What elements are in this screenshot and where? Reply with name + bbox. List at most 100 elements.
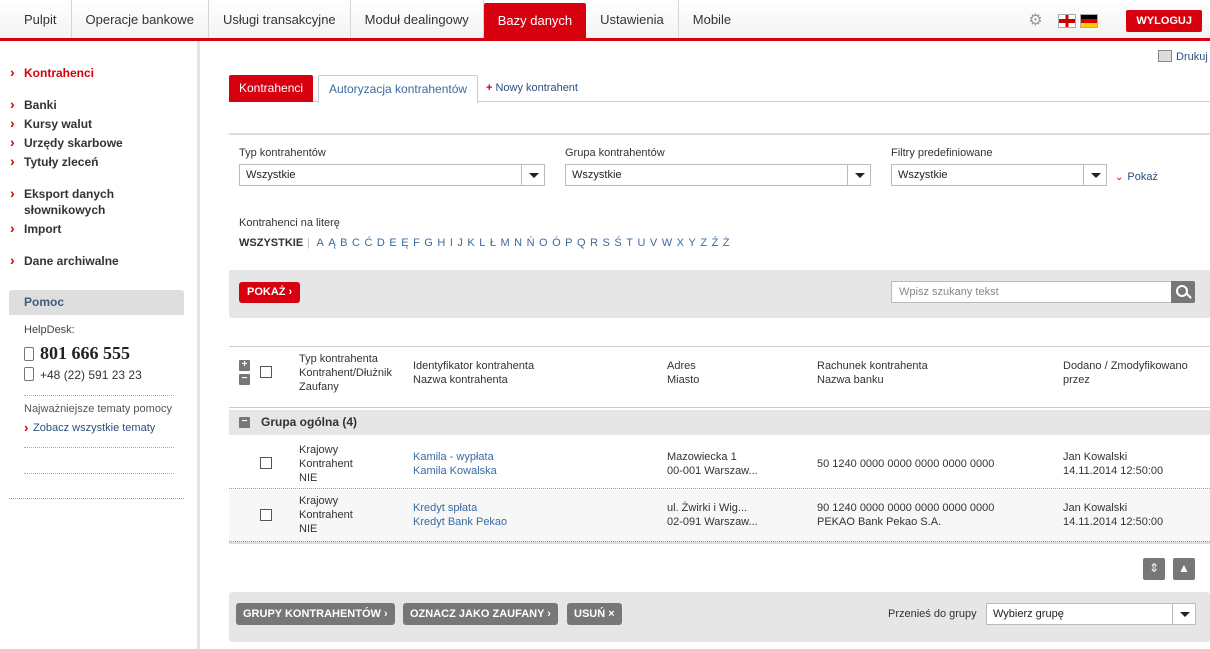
letter-link[interactable]: K [467, 237, 474, 249]
letter-link[interactable]: V [650, 237, 657, 249]
header-type[interactable]: Typ kontrahenta Kontrahent/Dłużnik Zaufa… [299, 352, 392, 394]
nav-modul-dealingowy[interactable]: Moduł dealingowy [351, 0, 484, 38]
letter-link[interactable]: T [626, 237, 633, 249]
letter-link[interactable]: Ó [552, 237, 561, 249]
table-bottom-divider [229, 542, 1210, 544]
show-button[interactable]: POKAŻ › [239, 282, 301, 303]
chevron-down-icon[interactable] [1172, 604, 1195, 624]
header-identifier[interactable]: Identyfikator kontrahenta Nazwa kontrahe… [413, 359, 534, 387]
letter-link[interactable]: Ć [364, 237, 372, 249]
letter-all[interactable]: WSZYSTKIE [239, 237, 303, 249]
letter-link[interactable]: I [450, 237, 453, 249]
letter-link[interactable]: Z [700, 237, 707, 249]
contractor-groups-button[interactable]: GRUPY KONTRAHENTÓW › [236, 603, 395, 625]
search-icon[interactable] [1171, 281, 1195, 303]
sidebar-item-banki[interactable]: Banki [10, 96, 190, 113]
letter-link[interactable]: S [603, 237, 610, 249]
letter-link[interactable]: G [424, 237, 433, 249]
letter-link[interactable]: C [352, 237, 360, 249]
help-topics-label: Najważniejsze tematy pomocy [24, 403, 172, 415]
letter-link[interactable]: Ń [527, 237, 535, 249]
letter-link[interactable]: Ż [723, 237, 730, 249]
letter-link[interactable]: Ź [712, 237, 719, 249]
letter-link[interactable]: W [662, 237, 672, 249]
chevron-down-icon[interactable] [1083, 165, 1106, 185]
move-to-group-placeholder: Wybierz grupę [993, 608, 1064, 620]
letter-link[interactable]: Ą [328, 237, 335, 249]
nav-ustawienia[interactable]: Ustawienia [586, 0, 679, 38]
letter-link[interactable]: B [340, 237, 347, 249]
letter-link[interactable]: E [389, 237, 396, 249]
letter-link[interactable]: D [377, 237, 385, 249]
group-row[interactable]: − Grupa ogólna (4) [229, 410, 1210, 435]
row-added: Jan Kowalski 14.11.2014 12:50:00 [1063, 450, 1163, 478]
letter-link[interactable]: Ę [401, 237, 408, 249]
nav-bazy-danych[interactable]: Bazy danych [483, 3, 587, 38]
print-link[interactable]: Drukuj [1158, 50, 1208, 63]
nav-pulpit[interactable]: Pulpit [10, 0, 72, 38]
expand-rows-icon[interactable]: ⇕ [1143, 558, 1165, 580]
help-topics-link[interactable]: Zobacz wszystkie tematy [24, 420, 155, 435]
letter-link[interactable]: Ś [614, 237, 621, 249]
row-name-link[interactable]: Kamila Kowalska [413, 464, 497, 478]
letter-link[interactable]: A [316, 237, 323, 249]
row-checkbox[interactable] [260, 509, 272, 521]
letter-link[interactable]: X [677, 237, 684, 249]
letter-link[interactable]: J [457, 237, 463, 249]
predef-filter-select[interactable]: Wszystkie [891, 164, 1107, 186]
delete-button[interactable]: USUŃ × [567, 603, 622, 625]
group-filter-select[interactable]: Wszystkie [565, 164, 871, 186]
collapse-group-icon[interactable]: − [239, 417, 250, 428]
header-account[interactable]: Rachunek kontrahenta Nazwa banku [817, 359, 928, 387]
new-contractor-link[interactable]: + Nowy kontrahent [486, 82, 578, 94]
expand-all-icon[interactable]: + [239, 360, 250, 371]
sidebar-item-eksport-danych[interactable]: Eksport danych słownikowych [10, 185, 130, 218]
sidebar-item-import[interactable]: Import [10, 220, 190, 237]
type-filter-select[interactable]: Wszystkie [239, 164, 545, 186]
chevron-down-icon[interactable] [521, 165, 544, 185]
table-row[interactable]: Krajowy Kontrahent NIE Kamila - wypłata … [229, 438, 1210, 489]
letter-link[interactable]: P [565, 237, 572, 249]
logout-button[interactable]: WYLOGUJ [1126, 10, 1202, 32]
scroll-top-icon[interactable]: ▲ [1173, 558, 1195, 580]
letter-link[interactable]: L [479, 237, 485, 249]
move-to-group-select[interactable]: Wybierz grupę [986, 603, 1196, 625]
letter-link[interactable]: F [413, 237, 420, 249]
letter-link[interactable]: N [514, 237, 522, 249]
gear-icon[interactable]: ⚙ [1028, 12, 1050, 30]
chevron-down-icon[interactable] [847, 165, 870, 185]
nav-uslugi-transakcyjne[interactable]: Usługi transakcyjne [209, 0, 351, 38]
mark-trusted-button[interactable]: OZNACZ JAKO ZAUFANY › [403, 603, 558, 625]
table-row[interactable]: Krajowy Kontrahent NIE Kredyt spłata Kre… [229, 490, 1210, 542]
letter-link[interactable]: Y [688, 237, 695, 249]
letter-link[interactable]: Ł [490, 237, 496, 249]
sidebar-item-kursy-walut[interactable]: Kursy walut [10, 115, 190, 132]
header-added[interactable]: Dodano / Zmodyfikowano przez [1063, 359, 1188, 387]
letter-link[interactable]: Q [577, 237, 586, 249]
letter-link[interactable]: H [437, 237, 445, 249]
select-all-checkbox[interactable] [260, 366, 272, 378]
tab-kontrahenci[interactable]: Kontrahenci [229, 75, 314, 102]
letter-link[interactable]: R [590, 237, 598, 249]
header-address[interactable]: Adres Miasto [667, 359, 699, 387]
search-input[interactable]: Wpisz szukany tekst [891, 281, 1172, 303]
nav-mobile[interactable]: Mobile [679, 0, 745, 38]
de-flag-icon[interactable] [1080, 14, 1099, 28]
row-name-link[interactable]: Kredyt Bank Pekao [413, 515, 507, 529]
collapse-all-icon[interactable]: − [239, 374, 250, 385]
uk-flag-icon[interactable] [1058, 14, 1077, 28]
letter-link[interactable]: O [539, 237, 548, 249]
row-identifier-link[interactable]: Kamila - wypłata [413, 450, 497, 464]
nav-operacje-bankowe[interactable]: Operacje bankowe [72, 0, 209, 38]
letter-link[interactable]: M [500, 237, 509, 249]
show-filters-link[interactable]: ⌄ Pokaż [1115, 171, 1158, 183]
sidebar-item-tytuly-zlecen[interactable]: Tytuły zleceń [10, 153, 190, 170]
sidebar-item-kontrahenci[interactable]: Kontrahenci [10, 64, 190, 81]
sidebar-item-urzedy-skarbowe[interactable]: Urzędy skarbowe [10, 134, 190, 151]
letter-link[interactable]: U [637, 237, 645, 249]
row-checkbox[interactable] [260, 457, 272, 469]
action-bar: GRUPY KONTRAHENTÓW › OZNACZ JAKO ZAUFANY… [229, 592, 1210, 642]
row-identifier-link[interactable]: Kredyt spłata [413, 501, 507, 515]
sidebar-item-dane-archiwalne[interactable]: Dane archiwalne [10, 252, 190, 269]
tab-autoryzacja-kontrahentow[interactable]: Autoryzacja kontrahentów [318, 75, 479, 103]
